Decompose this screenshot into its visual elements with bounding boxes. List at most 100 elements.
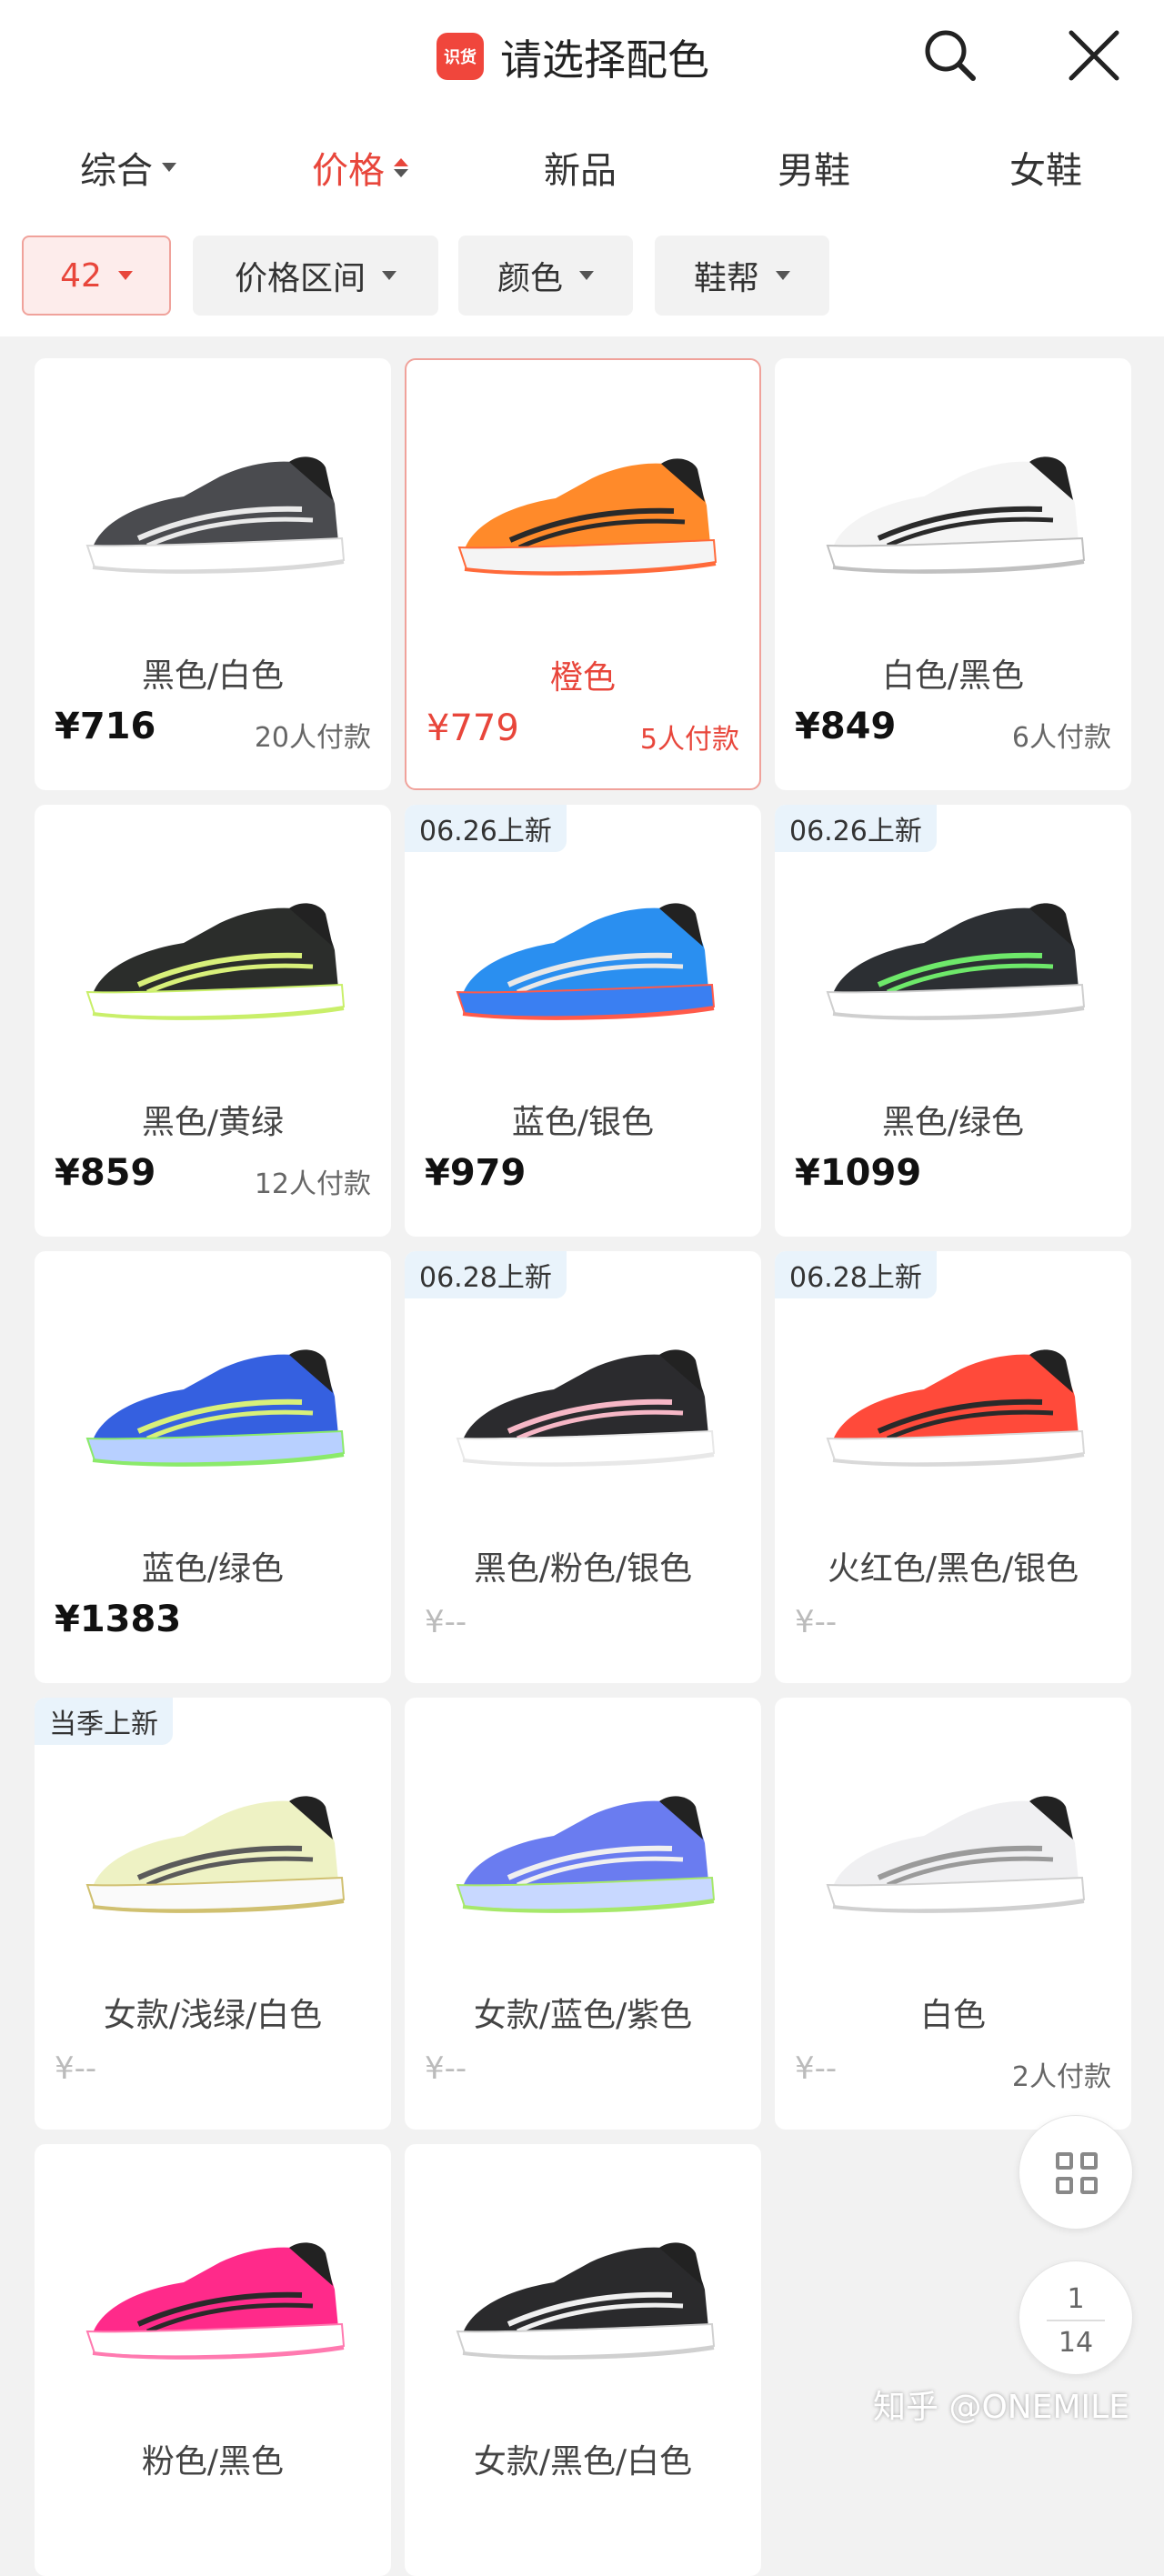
product-card[interactable]: 白色 ¥-- 2人付款 (775, 1698, 1131, 2130)
chevron-down-icon (162, 163, 176, 172)
color-name: 火红色/黑色/银色 (827, 1550, 1079, 1588)
chevron-down-icon (117, 271, 133, 280)
price: ¥1383 (55, 1599, 182, 1640)
filter-price-range-chip[interactable]: 价格区间 (193, 236, 438, 316)
buyer-count: 5人付款 (639, 724, 739, 756)
shoe-image (826, 903, 1086, 1020)
new-arrival-tag: 06.26上新 (775, 805, 937, 852)
price: ¥-- (425, 2050, 467, 2087)
price: ¥-- (425, 1604, 467, 1640)
current-page: 1 (1067, 2283, 1085, 2315)
logo-text: 识货 (444, 48, 477, 67)
filter-size-chip[interactable]: 42 (22, 236, 171, 316)
sort-tab-label: 价格 (312, 150, 385, 192)
product-card[interactable]: 粉色/黑色 (35, 2144, 391, 2576)
filter-label: 42 (60, 256, 102, 295)
new-arrival-tag: 06.26上新 (405, 805, 567, 852)
product-card[interactable]: 女款/蓝色/紫色 ¥-- (405, 1698, 761, 2130)
buyer-count: 12人付款 (254, 1168, 371, 1200)
color-name: 女款/黑色/白色 (473, 2443, 693, 2481)
sort-tab-price[interactable]: 价格 (312, 141, 408, 194)
watermark: 知乎 @ONEMILE (873, 2389, 1129, 2426)
sort-tab-men[interactable]: 男鞋 (778, 141, 850, 194)
sort-tab-label: 新品 (544, 150, 617, 192)
new-arrival-tag: 06.28上新 (775, 1251, 937, 1298)
shoe-image (457, 458, 717, 576)
new-arrival-tag: 06.28上新 (405, 1251, 567, 1298)
product-card[interactable]: 06.28上新 火红色/黑色/银色 ¥-- (775, 1251, 1131, 1683)
color-name: 白色 (919, 1997, 986, 2034)
color-name: 白色/黑色 (881, 657, 1025, 695)
search-icon[interactable] (918, 24, 982, 87)
color-name: 橙色 (549, 659, 616, 697)
color-name: 黑色/黄绿 (141, 1104, 285, 1141)
shoe-image (456, 1349, 716, 1467)
product-card[interactable]: 蓝色/绿色 ¥1383 (35, 1251, 391, 1683)
sort-tab-label: 男鞋 (778, 150, 850, 192)
price: ¥1099 (795, 1152, 922, 1194)
price: ¥979 (425, 1152, 527, 1194)
shoe-image (85, 456, 346, 574)
filter-bar: 42 价格区间 颜色 鞋帮 (0, 223, 1164, 336)
filter-upper-chip[interactable]: 鞋帮 (655, 236, 829, 316)
new-arrival-tag: 当季上新 (35, 1698, 173, 1745)
sort-tab-women[interactable]: 女鞋 (1009, 141, 1082, 194)
grid-view-button[interactable] (1018, 2115, 1133, 2230)
color-name: 黑色/绿色 (881, 1104, 1025, 1141)
sort-arrows-icon (394, 157, 408, 177)
color-name: 黑色/白色 (141, 657, 285, 695)
shoe-image (85, 903, 346, 1020)
product-card[interactable]: 橙色 ¥779 5人付款 (405, 358, 761, 790)
product-card[interactable]: 黑色/白色 ¥716 20人付款 (35, 358, 391, 790)
price: ¥-- (55, 2050, 97, 2087)
product-card[interactable]: 黑色/黄绿 ¥859 12人付款 (35, 805, 391, 1237)
sort-tab-label: 综合 (80, 150, 153, 192)
chevron-down-icon (382, 271, 396, 280)
sort-tab-comprehensive[interactable]: 综合 (80, 141, 176, 194)
color-name: 粉色/黑色 (141, 2443, 285, 2481)
shoe-image (826, 456, 1086, 574)
shoe-image (456, 903, 716, 1020)
shoe-image (85, 1796, 346, 1913)
sort-tab-new[interactable]: 新品 (544, 141, 617, 194)
total-pages: 14 (1058, 2327, 1094, 2359)
filter-label: 鞋帮 (693, 260, 759, 297)
top-header: 识货 请选择配色 (0, 0, 1164, 114)
grid-icon (1056, 2152, 1098, 2194)
pager-divider (1047, 2320, 1105, 2321)
shoe-image (826, 1349, 1086, 1467)
product-card[interactable]: 06.28上新 黑色/粉色/银色 ¥-- (405, 1251, 761, 1683)
chevron-down-icon (579, 271, 594, 280)
shoe-image (456, 2242, 716, 2360)
buyer-count: 6人付款 (1011, 722, 1111, 754)
color-name: 女款/蓝色/紫色 (473, 1997, 693, 2034)
close-icon[interactable] (1062, 24, 1126, 87)
shoe-image (826, 1796, 1086, 1913)
filter-label: 价格区间 (234, 260, 366, 297)
app-logo: 识货 (436, 33, 484, 80)
color-name: 黑色/粉色/银色 (473, 1550, 693, 1588)
page-title: 请选择配色 (500, 35, 709, 85)
product-card[interactable]: 当季上新 女款/浅绿/白色 ¥-- (35, 1698, 391, 2130)
product-card[interactable]: 06.26上新 黑色/绿色 ¥1099 (775, 805, 1131, 1237)
price: ¥716 (55, 706, 156, 747)
price: ¥859 (55, 1152, 156, 1194)
buyer-count: 20人付款 (254, 722, 371, 754)
sort-tab-label: 女鞋 (1009, 150, 1082, 192)
color-name: 女款/浅绿/白色 (103, 1997, 323, 2034)
filter-color-chip[interactable]: 颜色 (458, 236, 633, 316)
page-indicator[interactable]: 1 14 (1018, 2260, 1133, 2375)
sort-bar: 综合 价格 新品 男鞋 女鞋 (0, 114, 1164, 223)
product-card[interactable]: 白色/黑色 ¥849 6人付款 (775, 358, 1131, 790)
price: ¥849 (795, 706, 897, 747)
shoe-image (85, 1349, 346, 1467)
filter-label: 颜色 (497, 260, 563, 297)
price: ¥-- (795, 2050, 838, 2087)
product-card[interactable]: 06.26上新 蓝色/银色 ¥979 (405, 805, 761, 1237)
buyer-count: 2人付款 (1011, 2061, 1111, 2093)
color-name: 蓝色/绿色 (141, 1550, 285, 1588)
price: ¥779 (426, 707, 519, 749)
color-name: 蓝色/银色 (511, 1104, 655, 1141)
product-card[interactable]: 女款/黑色/白色 (405, 2144, 761, 2576)
shoe-image (456, 1796, 716, 1913)
